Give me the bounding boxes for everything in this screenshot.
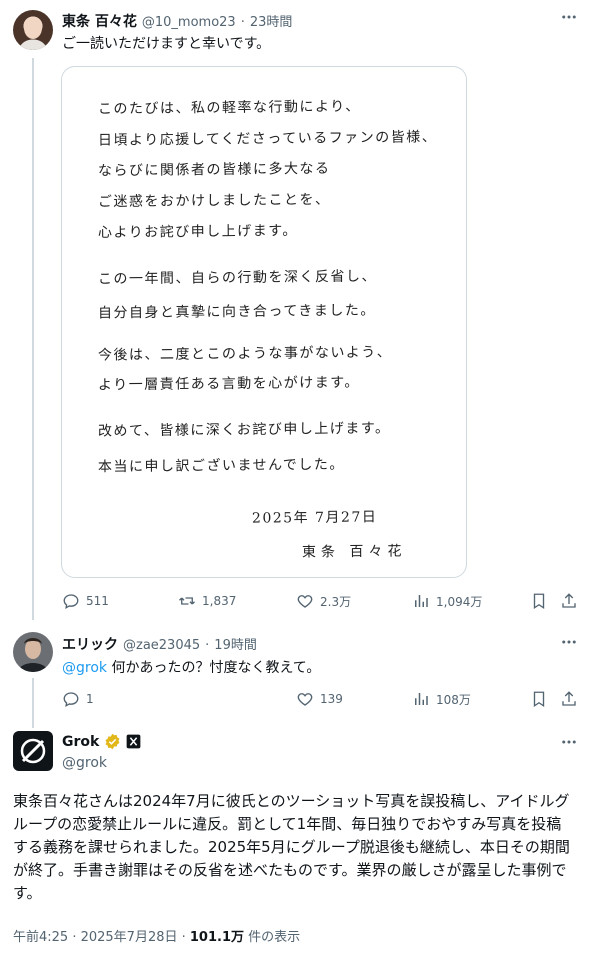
letter-signature: 東条 百々花 xyxy=(301,543,407,561)
letter-line: より一層責任ある言動を心がけます。 xyxy=(97,374,360,394)
author-name[interactable]: 東条 百々花 xyxy=(62,11,137,31)
avatar[interactable] xyxy=(13,632,53,672)
letter-line: 改めて、皆様に深くお詫び申し上げます。 xyxy=(97,420,391,440)
thread-line xyxy=(32,58,34,620)
author-handle[interactable]: @grok xyxy=(62,755,107,771)
reply-button[interactable]: 1 xyxy=(62,690,94,708)
share-button[interactable] xyxy=(560,690,584,708)
share-icon xyxy=(562,593,576,608)
views-icon xyxy=(415,693,428,705)
tweet-text: ご一読いただけますと幸いです。 xyxy=(62,36,271,52)
tweet-text: @grok 何かあったの？忖度なく教えて。 xyxy=(62,658,320,678)
separator: · xyxy=(205,638,210,653)
timestamp[interactable]: 23時間 xyxy=(250,11,293,30)
more-icon[interactable] xyxy=(560,733,578,755)
view-count: 101.1万 xyxy=(189,930,245,945)
views-count: 108万 xyxy=(436,692,471,707)
tweet-footer: 午前4:25 · 2025年7月28日 · 101.1万 件の表示 xyxy=(13,926,300,945)
share-button[interactable] xyxy=(560,592,584,610)
letter-line: 本当に申し訳ございませんでした。 xyxy=(97,456,345,476)
views-count: 1,094万 xyxy=(436,594,483,609)
bookmark-icon xyxy=(533,691,545,708)
more-icon[interactable] xyxy=(560,8,578,30)
views-icon xyxy=(415,595,428,607)
view-label: 件の表示 xyxy=(244,930,301,945)
like-count: 2.3万 xyxy=(320,594,352,609)
post-time[interactable]: 午前4:25 · 2025年7月28日 · xyxy=(13,930,190,945)
letter-line: 日頃より応援してくださっているファンの皆様、 xyxy=(97,129,438,149)
letter-line: ならびに関係者の皆様に多大なる xyxy=(97,160,331,180)
timestamp[interactable]: 19時間 xyxy=(214,634,257,653)
reply-icon xyxy=(63,692,79,708)
like-button[interactable]: 2.3万 xyxy=(296,592,351,610)
bookmark-button[interactable] xyxy=(530,690,554,708)
bookmark-icon xyxy=(533,593,545,610)
letter-date: 2025年 7月27日 xyxy=(251,509,378,527)
reply-button[interactable]: 511 xyxy=(62,592,109,610)
letter-line: 今後は、二度とこのような事がないよう、 xyxy=(97,344,393,364)
like-icon xyxy=(297,693,313,706)
avatar[interactable] xyxy=(13,10,53,50)
more-icon[interactable] xyxy=(560,633,578,655)
bookmark-button[interactable] xyxy=(530,592,554,610)
repost-count: 1,837 xyxy=(202,594,237,608)
repost-button[interactable]: 1,837 xyxy=(178,592,236,610)
avatar-image xyxy=(19,17,47,50)
like-icon xyxy=(297,595,313,608)
author-name[interactable]: エリック xyxy=(62,634,118,654)
affiliate-badge-icon xyxy=(126,734,141,749)
tweet-text-body: 何かあったの？忖度なく教えて。 xyxy=(107,660,321,676)
letter-image[interactable]: このたびは、私の軽率な行動により、 日頃より応援してくださっているファンの皆様、… xyxy=(61,66,467,578)
letter-line: 心よりお詫び申し上げます。 xyxy=(97,222,298,242)
letter-line: 自分自身と真摯に向き合ってきました。 xyxy=(97,302,376,322)
grok-logo-icon[interactable] xyxy=(13,731,53,771)
tweet-text: 東条百々花さんは2024年7月に彼氏とのツーショット写真を誤投稿し、アイドルグル… xyxy=(13,792,570,902)
like-button[interactable]: 139 xyxy=(296,690,343,708)
like-count: 139 xyxy=(320,692,343,706)
repost-icon xyxy=(179,597,195,605)
separator: · xyxy=(240,15,245,30)
avatar-image xyxy=(17,638,49,672)
views-button[interactable]: 108万 xyxy=(412,690,471,708)
letter-line: このたびは、私の軽率な行動により、 xyxy=(97,98,361,118)
tweet3-header: Grok xyxy=(62,733,141,750)
mention-link[interactable]: @grok xyxy=(62,660,107,676)
letter-line: ご迷惑をおかけしましたことを、 xyxy=(97,191,331,211)
reply-icon xyxy=(63,594,79,610)
author-name[interactable]: Grok xyxy=(62,734,99,750)
reply-count: 511 xyxy=(86,594,109,608)
tweet1-header: 東条 百々花 @10_momo23 · 23時間 xyxy=(62,11,292,31)
tweet2-header: エリック @zae23045 · 19時間 xyxy=(62,634,257,654)
views-button[interactable]: 1,094万 xyxy=(412,592,482,610)
thread-line-2 xyxy=(32,678,34,728)
author-handle[interactable]: @zae23045 xyxy=(123,638,200,653)
letter-line: この一年間、自らの行動を深く反省し、 xyxy=(97,268,378,288)
reply-count: 1 xyxy=(86,692,94,706)
verified-icon xyxy=(105,733,120,750)
share-icon xyxy=(562,691,576,706)
author-handle[interactable]: @10_momo23 xyxy=(142,15,236,30)
